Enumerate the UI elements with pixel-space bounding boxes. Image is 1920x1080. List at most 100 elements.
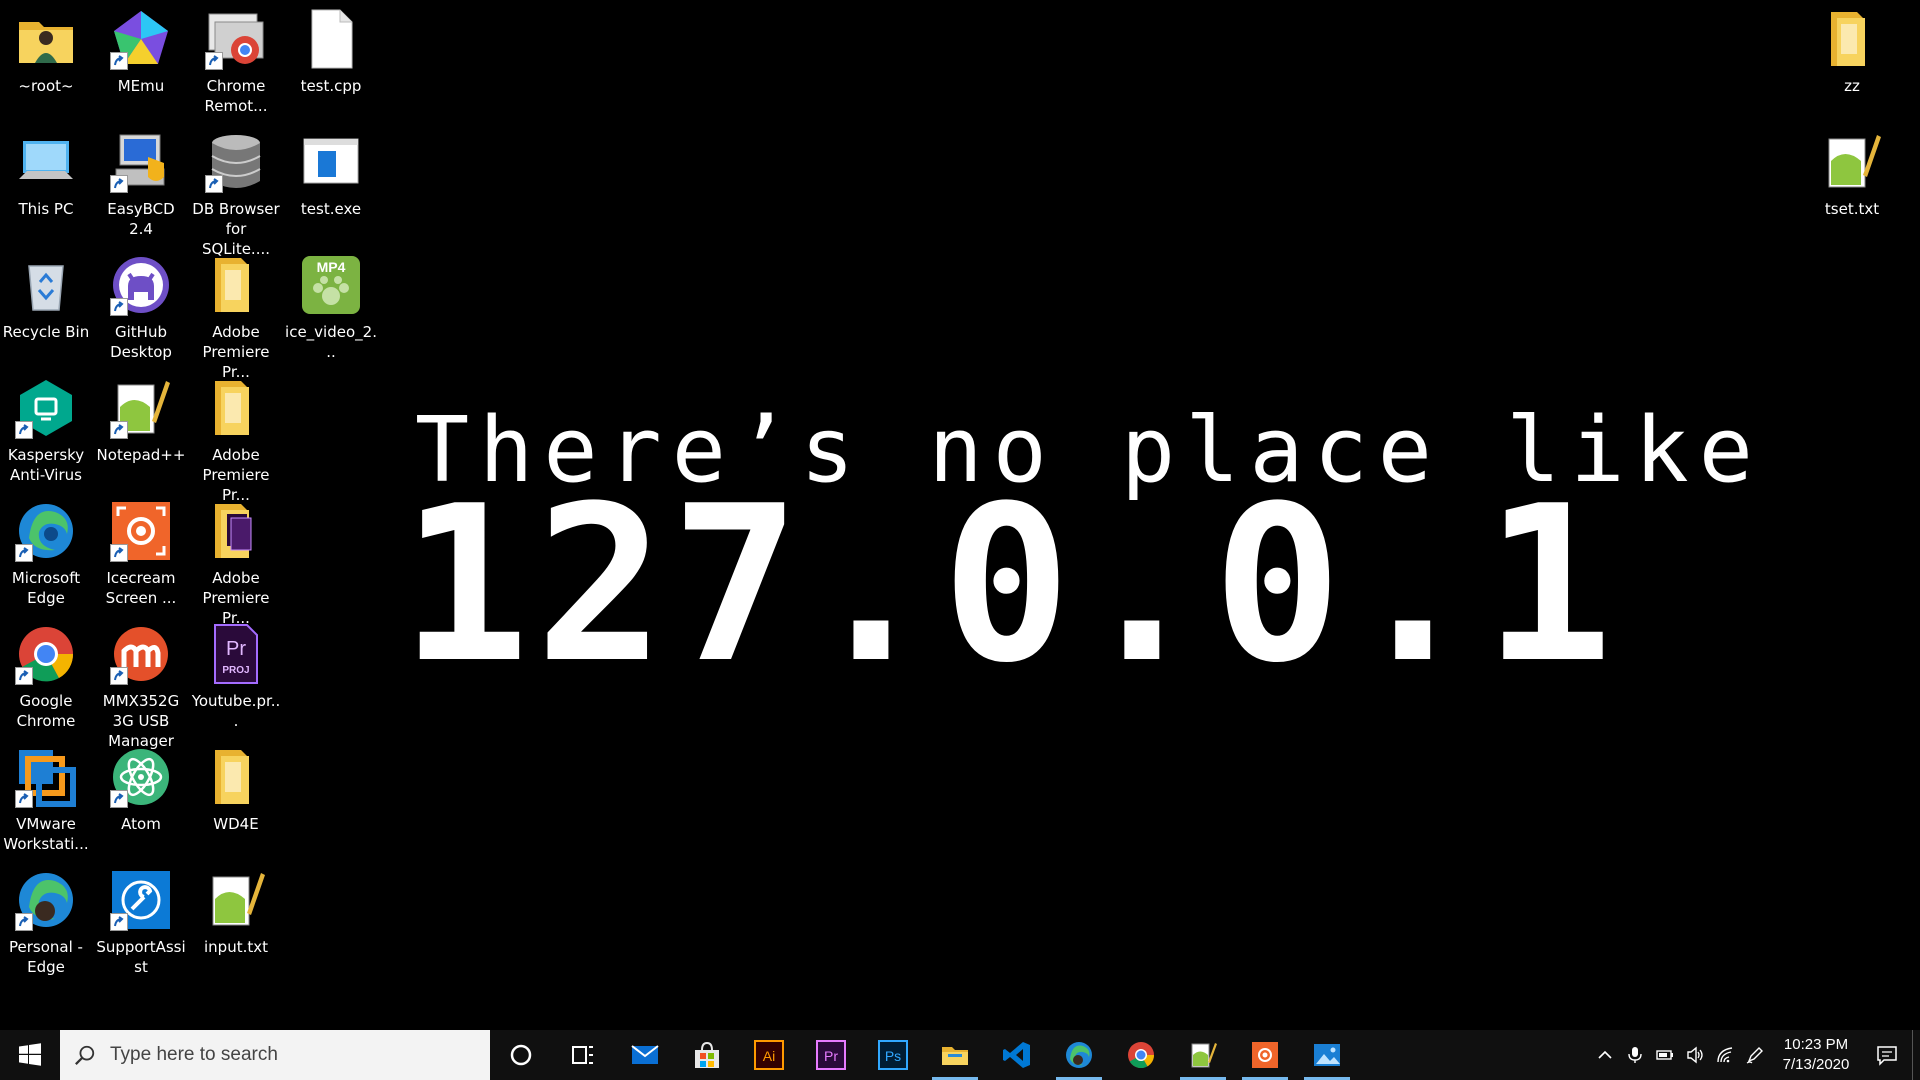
- microphone-icon: [1628, 1047, 1642, 1063]
- taskbar-icecream[interactable]: [1234, 1030, 1296, 1080]
- tray-battery[interactable]: [1650, 1030, 1680, 1080]
- recycle-bin-icon: [15, 254, 77, 316]
- desktop-icon-label: Personal - Edge: [9, 938, 83, 976]
- desktop-icon-label: Atom: [121, 815, 161, 833]
- desktop-icon-memu[interactable]: MEmu: [95, 8, 187, 96]
- desktop-icon-recycle-bin[interactable]: Recycle Bin: [0, 254, 92, 342]
- battery-icon: [1656, 1050, 1673, 1060]
- taskbar-edge[interactable]: [1048, 1030, 1110, 1080]
- desktop-icon-tset-txt[interactable]: tset.txt: [1806, 131, 1898, 219]
- desktop-icon-label: test.cpp: [300, 77, 362, 95]
- shortcut-arrow-icon: [205, 175, 223, 193]
- shortcut-arrow-icon: [110, 790, 128, 808]
- shortcut-arrow-icon: [15, 667, 33, 685]
- edge-icon: [15, 500, 77, 562]
- desktop-icon-label: input.txt: [204, 938, 268, 956]
- desktop-icon-root[interactable]: ~root~: [0, 8, 92, 96]
- cortana-icon: [510, 1044, 532, 1066]
- desktop-icon-notepadpp[interactable]: Notepad++: [95, 377, 187, 465]
- tray-volume[interactable]: [1680, 1030, 1710, 1080]
- start-button[interactable]: [0, 1030, 60, 1080]
- desktop-icon-adobe-premiere-2[interactable]: Adobe Premiere Pr...: [190, 377, 282, 505]
- taskbar-file-explorer[interactable]: [924, 1030, 986, 1080]
- desktop-icon-chrome-remote[interactable]: Chrome Remot...: [190, 8, 282, 116]
- desktop-icon-label: Google Chrome: [16, 692, 76, 730]
- windows-logo-icon: [19, 1043, 41, 1066]
- desktop-icon-youtube-proj[interactable]: Pr PROJ Youtube.pr...: [190, 623, 282, 731]
- desktop-icon-adobe-premiere-1[interactable]: Adobe Premiere Pr...: [190, 254, 282, 382]
- tray-overflow-button[interactable]: [1590, 1030, 1620, 1080]
- desktop-icon-easybcd[interactable]: EasyBCD 2.4: [95, 131, 187, 239]
- tray-microphone[interactable]: [1620, 1030, 1650, 1080]
- notepadpp-file-icon: [205, 869, 267, 931]
- desktop-icon-db-browser[interactable]: DB Browser for SQLite....: [190, 131, 282, 259]
- taskbar-photos[interactable]: [1296, 1030, 1358, 1080]
- tray-pen-workspace[interactable]: [1740, 1030, 1770, 1080]
- taskbar-mail[interactable]: [614, 1030, 676, 1080]
- action-center-button[interactable]: [1862, 1030, 1912, 1080]
- illustrator-icon: Ai: [754, 1040, 784, 1070]
- tray-network[interactable]: [1710, 1030, 1740, 1080]
- desktop-icon-label: zz: [1844, 77, 1860, 95]
- desktop-icon-label: Icecream Screen ...: [105, 569, 177, 607]
- chrome-icon: [15, 623, 77, 685]
- file-icon: [300, 8, 362, 70]
- user-folder-icon: [15, 8, 77, 70]
- task-view-button[interactable]: [552, 1030, 614, 1080]
- clock-time: 10:23 PM: [1783, 1036, 1849, 1053]
- desktop-icon-vmware[interactable]: VMware Workstati...: [0, 746, 92, 854]
- desktop-icon-mmx352g[interactable]: MMX352G 3G USB Manager: [95, 623, 187, 751]
- desktop-icon-test-cpp[interactable]: test.cpp: [285, 8, 377, 96]
- shortcut-arrow-icon: [15, 913, 33, 931]
- premiere-sub-text: PROJ: [222, 665, 249, 676]
- desktop-icon-google-chrome[interactable]: Google Chrome: [0, 623, 92, 731]
- taskbar-chrome[interactable]: [1110, 1030, 1172, 1080]
- desktop-icon-ice-video[interactable]: MP4 ice_video_2...: [285, 254, 377, 362]
- notification-icon: [1877, 1046, 1897, 1066]
- desktop-icon-supportassist[interactable]: SupportAssist: [95, 869, 187, 977]
- taskbar-store[interactable]: [676, 1030, 738, 1080]
- desktop-icon-label: SupportAssist: [96, 938, 186, 976]
- system-tray: 10:23 PM 7/13/2020: [1590, 1030, 1920, 1080]
- desktop-icon-input-txt[interactable]: input.txt: [190, 869, 282, 957]
- task-view-icon: [572, 1046, 593, 1064]
- memu-icon: [110, 8, 172, 70]
- desktop-icon-personal-edge[interactable]: Personal - Edge: [0, 869, 92, 977]
- desktop-icon-icecream[interactable]: Icecream Screen ...: [95, 500, 187, 608]
- desktop-icon-label: ~root~: [18, 77, 74, 95]
- folder-icon: [205, 377, 267, 439]
- taskbar-premiere[interactable]: Pr: [800, 1030, 862, 1080]
- shortcut-arrow-icon: [15, 421, 33, 439]
- desktop-icon-label: Adobe Premiere Pr...: [202, 323, 270, 381]
- supportassist-icon: [110, 869, 172, 931]
- search-icon: [75, 1045, 95, 1065]
- illustrator-label: Ai: [763, 1048, 775, 1064]
- taskbar-notepadpp[interactable]: [1172, 1030, 1234, 1080]
- taskbar-clock[interactable]: 10:23 PM 7/13/2020: [1770, 1035, 1862, 1075]
- desktop-icon-zz[interactable]: zz: [1806, 8, 1898, 96]
- show-desktop-button[interactable]: [1912, 1030, 1920, 1080]
- desktop-icon-github-desktop[interactable]: GitHub Desktop: [95, 254, 187, 362]
- folder-icon: [1821, 8, 1883, 70]
- github-desktop-icon: [110, 254, 172, 316]
- desktop-icon-atom[interactable]: Atom: [95, 746, 187, 834]
- taskbar-illustrator[interactable]: Ai: [738, 1030, 800, 1080]
- desktop-icon-wd4e[interactable]: WD4E: [190, 746, 282, 834]
- taskbar-photoshop[interactable]: Ps: [862, 1030, 924, 1080]
- mail-icon: [631, 1045, 659, 1064]
- desktop-icon-this-pc[interactable]: This PC: [0, 131, 92, 219]
- folder-icon: [205, 746, 267, 808]
- desktop-icon-adobe-premiere-3[interactable]: Adobe Premiere Pr...: [190, 500, 282, 628]
- shortcut-arrow-icon: [205, 52, 223, 70]
- desktop-icon-microsoft-edge[interactable]: Microsoft Edge: [0, 500, 92, 608]
- wallpaper-ip-address: 127.0.0.1: [400, 459, 1619, 710]
- desktop-icon-kaspersky[interactable]: Kaspersky Anti-Virus: [0, 377, 92, 485]
- desktop[interactable]: ~root~ This PC Recycle Bin Kaspersky Ant…: [0, 0, 1920, 1030]
- premiere-label: Pr: [824, 1048, 838, 1064]
- cortana-button[interactable]: [490, 1030, 552, 1080]
- desktop-icon-label: Chrome Remot...: [204, 77, 268, 115]
- chrome-icon: [1128, 1042, 1155, 1069]
- taskbar-search-box[interactable]: Type here to search: [60, 1030, 490, 1080]
- desktop-icon-test-exe[interactable]: test.exe: [285, 131, 377, 219]
- taskbar-vscode[interactable]: [986, 1030, 1048, 1080]
